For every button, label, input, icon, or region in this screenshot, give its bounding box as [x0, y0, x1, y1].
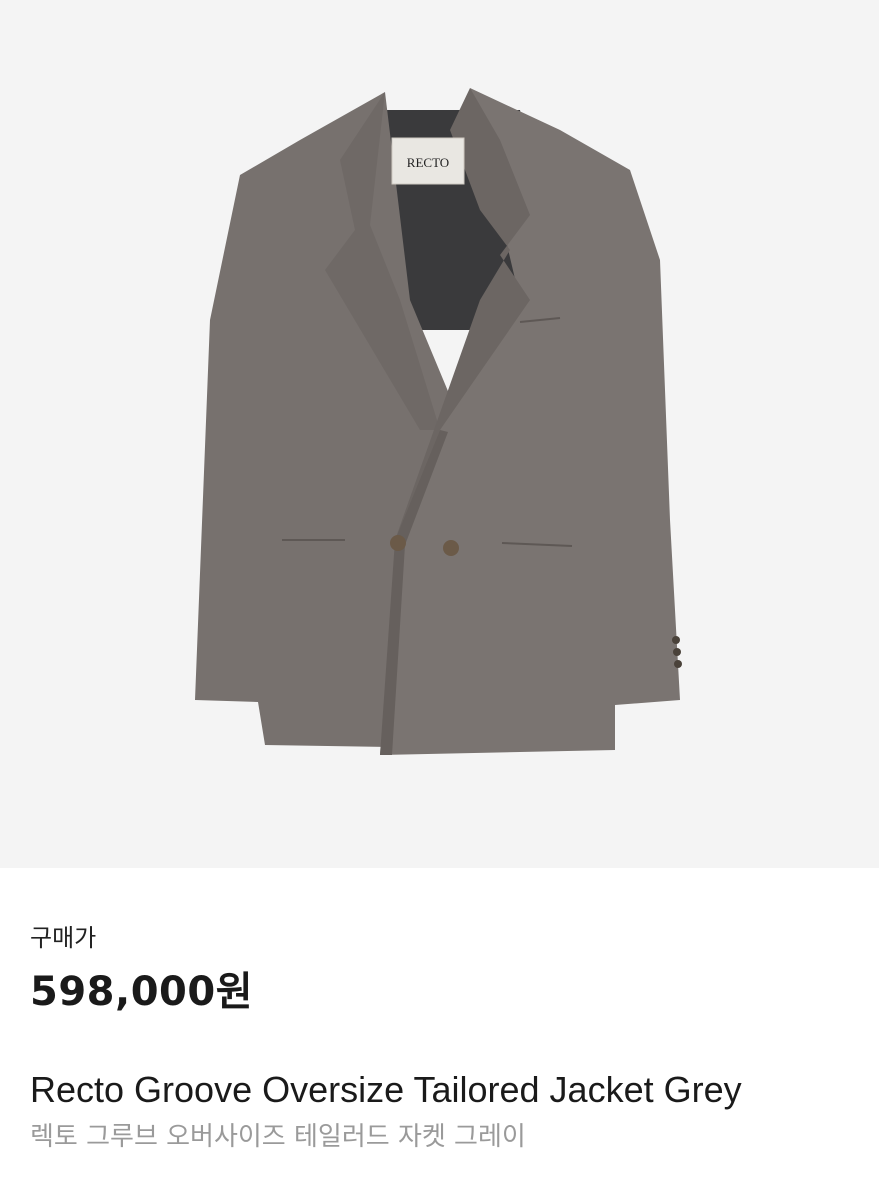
sleeve-button — [673, 648, 681, 656]
product-name-ko: 렉토 그루브 오버사이즈 테일러드 자켓 그레이 — [30, 1122, 526, 1152]
product-info: 구매가 598,000원 Recto Groove Oversize Tailo… — [0, 868, 879, 1150]
jacket-illustration: RECTO — [195, 88, 682, 755]
product-name-en: Recto Groove Oversize Tailored Jacket Gr… — [30, 1069, 742, 1110]
price-caption: 구매가 — [30, 924, 97, 952]
button — [443, 540, 459, 556]
brand-label-text: RECTO — [407, 155, 449, 170]
sleeve-button — [672, 636, 680, 644]
button — [390, 535, 406, 551]
sleeve-button — [674, 660, 682, 668]
price: 598,000원 — [30, 969, 253, 1015]
product-image[interactable]: RECTO — [0, 0, 879, 868]
